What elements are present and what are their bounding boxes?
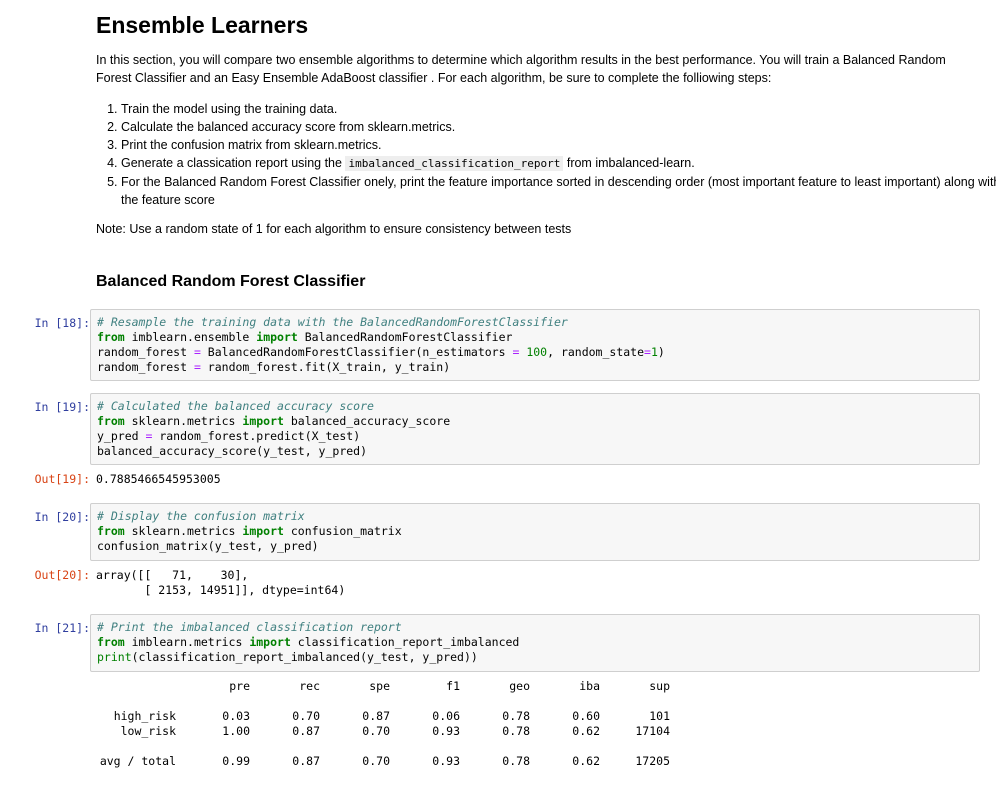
report-cell: 0.78 [502, 708, 530, 723]
intro-paragraph: In this section, you will compare two en… [96, 53, 946, 85]
report-cell: 0.62 [572, 753, 600, 768]
report-cell: 0.70 [362, 723, 390, 738]
report-cell: 0.87 [292, 723, 320, 738]
report-row: avg / total 0.99 0.87 0.70 0.93 0.78 0.6… [96, 753, 670, 768]
report-cell: 0.06 [432, 708, 460, 723]
report-header: sup [649, 678, 670, 693]
step-item: Train the model using the training data. [121, 100, 996, 118]
step-item: Print the confusion matrix from sklearn.… [121, 136, 996, 154]
step-item: Generate a classication report using the… [121, 154, 996, 173]
report-cell: 1.00 [222, 723, 250, 738]
report-cell: 0.99 [222, 753, 250, 768]
code-editor[interactable]: # Calculated the balanced accuracy score… [97, 399, 973, 459]
report-cell: 0.70 [362, 753, 390, 768]
code-editor[interactable]: # Display the confusion matrix from skle… [97, 509, 973, 554]
report-header: rec [299, 678, 320, 693]
code-cell-21[interactable]: # Print the imbalanced classification re… [90, 614, 980, 672]
subsection-heading: Balanced Random Forest Classifier [96, 273, 366, 290]
step-item: For the Balanced Random Forest Classifie… [121, 173, 996, 209]
input-prompt: In [18]: [34, 316, 90, 330]
steps-list: Train the model using the training data.… [96, 100, 996, 209]
report-cell: 17104 [635, 723, 670, 738]
report-header-row: pre rec spe f1 geo iba sup [96, 678, 670, 693]
report-cell: 17205 [635, 753, 670, 768]
step-suffix: from imbalanced-learn. [563, 156, 695, 170]
report-row-label: avg / total [99, 753, 176, 768]
input-prompt: In [19]: [34, 400, 90, 414]
input-prompt: In [20]: [34, 510, 90, 524]
report-cell: 0.78 [502, 723, 530, 738]
code-cell-19[interactable]: # Calculated the balanced accuracy score… [90, 393, 980, 465]
report-cell: 0.78 [502, 753, 530, 768]
report-row: high_risk 0.03 0.70 0.87 0.06 0.78 0.60 … [96, 708, 670, 723]
report-cell: 0.87 [362, 708, 390, 723]
report-cell: 0.87 [292, 753, 320, 768]
input-prompt: In [21]: [34, 621, 90, 635]
report-header: f1 [446, 678, 460, 693]
report-row-label: high_risk [113, 708, 176, 723]
report-cell: 0.62 [572, 723, 600, 738]
section-title: Ensemble Learners [96, 12, 309, 38]
report-header: pre [229, 678, 250, 693]
report-cell: 101 [649, 708, 670, 723]
output-prompt: Out[20]: [34, 568, 90, 582]
report-header: spe [369, 678, 390, 693]
report-cell: 0.03 [222, 708, 250, 723]
report-row: low_risk 1.00 0.87 0.70 0.93 0.78 0.62 1… [96, 723, 670, 738]
step-text: Generate a classication report using the [121, 156, 342, 170]
report-row-label: low_risk [120, 723, 176, 738]
code-editor[interactable]: # Resample the training data with the Ba… [97, 315, 973, 375]
code-cell-20[interactable]: # Display the confusion matrix from skle… [90, 503, 980, 561]
report-cell: 0.70 [292, 708, 320, 723]
classification-report: pre rec spe f1 geo iba sup high_risk 0.0… [96, 678, 670, 768]
report-cell: 0.93 [432, 723, 460, 738]
note-paragraph: Note: Use a random state of 1 for each a… [96, 222, 572, 236]
report-cell: 0.60 [572, 708, 600, 723]
report-cell: 0.93 [432, 753, 460, 768]
code-editor[interactable]: # Print the imbalanced classification re… [97, 620, 973, 665]
step-item: Calculate the balanced accuracy score fr… [121, 118, 996, 136]
code-cell-18[interactable]: # Resample the training data with the Ba… [90, 309, 980, 381]
cell-output: array([[ 71, 30], [ 2153, 14951]], dtype… [96, 568, 346, 597]
report-header: iba [579, 678, 600, 693]
inline-code: imbalanced_classification_report [345, 156, 564, 171]
cell-output: 0.7885466545953005 [96, 472, 221, 486]
notebook-page: Ensemble Learners In this section, you w… [0, 0, 996, 785]
report-header: geo [509, 678, 530, 693]
output-prompt: Out[19]: [34, 472, 90, 486]
